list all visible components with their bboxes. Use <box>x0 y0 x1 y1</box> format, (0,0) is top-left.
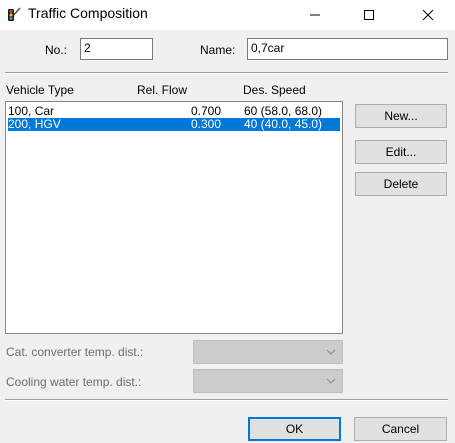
no-input[interactable]: 2 <box>80 38 153 60</box>
separator <box>5 399 448 401</box>
delete-button[interactable]: Delete <box>355 172 447 196</box>
minimize-icon <box>310 14 320 16</box>
cooling-water-label: Cooling water temp. dist.: <box>6 375 142 389</box>
traffic-light-icon <box>8 7 21 21</box>
vehicle-list[interactable]: 100, Car 0.700 60 (58.0, 68.0) 200, HGV … <box>5 101 343 334</box>
cooling-water-dropdown[interactable] <box>193 369 343 393</box>
cat-converter-label: Cat. converter temp. dist.: <box>6 345 144 359</box>
minimize-button[interactable] <box>292 0 338 30</box>
title-bar[interactable]: Traffic Composition <box>0 0 455 30</box>
maximize-button[interactable] <box>346 0 392 30</box>
list-item-selected[interactable]: 200, HGV 0.300 40 (40.0, 45.0) <box>8 118 340 131</box>
new-button[interactable]: New... <box>355 104 447 128</box>
des-speed-cell: 40 (40.0, 45.0) <box>244 117 323 131</box>
cancel-button[interactable]: Cancel <box>354 417 447 441</box>
close-button[interactable] <box>405 0 451 30</box>
name-input[interactable]: 0,7car <box>247 38 448 60</box>
separator <box>5 72 448 74</box>
rel-flow-cell: 0.300 <box>191 117 222 131</box>
ok-button[interactable]: OK <box>248 417 341 441</box>
no-label: No.: <box>45 43 68 57</box>
column-header-rel-flow[interactable]: Rel. Flow <box>137 83 187 97</box>
chevron-down-icon <box>326 349 336 355</box>
column-header-des-speed[interactable]: Des. Speed <box>243 83 306 97</box>
maximize-icon <box>364 10 374 20</box>
window-title: Traffic Composition <box>28 5 148 21</box>
dialog-body: No.: 2 Name: 0,7car Vehicle Type Rel. Fl… <box>0 30 455 443</box>
column-header-vehicle-type[interactable]: Vehicle Type <box>6 83 74 97</box>
vehicle-type-cell: 200, HGV <box>8 117 61 131</box>
edit-button[interactable]: Edit... <box>355 140 447 164</box>
cat-converter-dropdown[interactable] <box>193 340 343 364</box>
close-icon <box>422 9 434 21</box>
chevron-down-icon <box>326 378 336 384</box>
name-label: Name: <box>200 43 236 57</box>
